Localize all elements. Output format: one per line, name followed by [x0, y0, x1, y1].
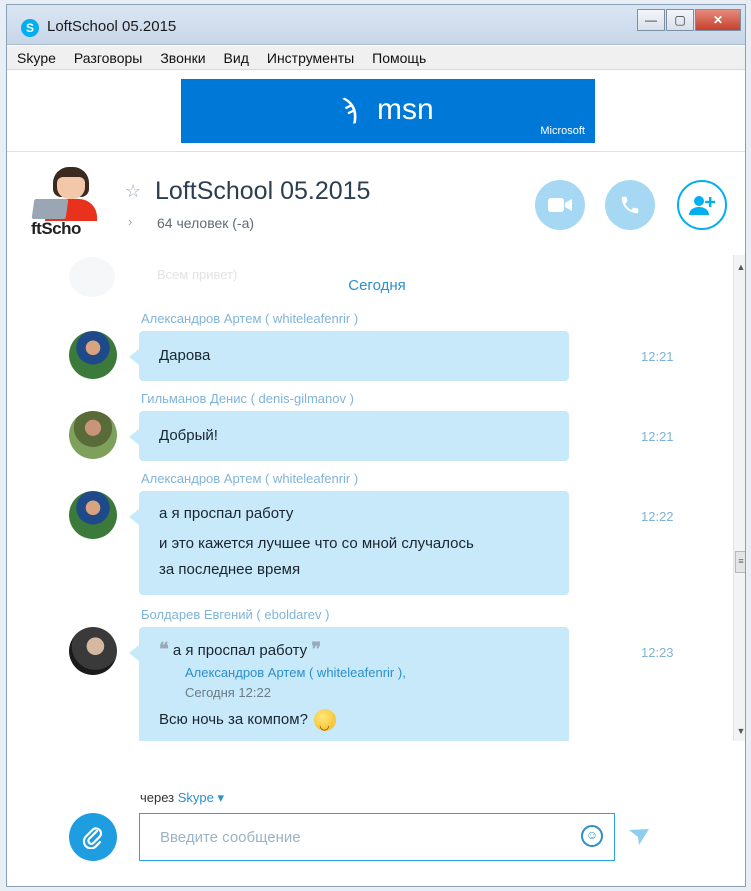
quote-time: Сегодня 12:22	[185, 685, 271, 700]
group-avatar[interactable]: ftScho	[31, 163, 111, 243]
header-divider	[7, 151, 745, 152]
chat-scrollbar[interactable]: ▲ ≡ ▼	[733, 255, 745, 741]
menu-calls[interactable]: Звонки	[160, 50, 205, 66]
scroll-up-arrow-icon[interactable]: ▲	[734, 259, 745, 275]
add-participant-button[interactable]	[677, 180, 727, 230]
skype-logo-icon: S	[21, 19, 39, 37]
menu-skype[interactable]: Skype	[17, 50, 56, 66]
ad-company: Microsoft	[540, 125, 585, 137]
avatar[interactable]	[69, 331, 117, 379]
caret-down-icon[interactable]: ▾	[218, 790, 225, 805]
message-text: Дарова	[159, 347, 211, 364]
menu-tools[interactable]: Инструменты	[267, 50, 354, 66]
message-text: Всю ночь за компом?	[159, 711, 308, 728]
menu-help[interactable]: Помощь	[372, 50, 426, 66]
menu-conversations[interactable]: Разговоры	[74, 50, 142, 66]
avatar-figure-face	[57, 177, 85, 199]
emoticon-picker-icon[interactable]: ☺	[581, 825, 603, 847]
phone-icon	[621, 196, 639, 214]
msn-butterfly-icon: ϡ	[341, 93, 358, 124]
message-time: 12:22	[641, 509, 674, 524]
ad-brand: msn	[377, 93, 434, 126]
send-via-selector[interactable]: через Skype ▾	[140, 790, 224, 806]
via-service[interactable]: Skype	[178, 790, 214, 805]
message-time: 12:23	[641, 645, 674, 660]
message-sender[interactable]: Гильманов Денис ( denis-gilmanov )	[141, 391, 354, 406]
window-controls: — ▢ ✕	[636, 9, 741, 31]
maximize-icon[interactable]: ▢	[666, 9, 694, 31]
close-quote-icon: ❞	[311, 639, 322, 659]
open-quote-icon: ❝	[159, 639, 169, 659]
message-bubble[interactable]: Дарова	[129, 331, 569, 381]
avatar[interactable]	[69, 627, 117, 675]
scroll-thumb[interactable]: ≡	[735, 551, 745, 573]
message-input[interactable]	[139, 813, 615, 861]
quote-line: ❝ а я проспал работу ❞	[159, 637, 549, 663]
message-bubble[interactable]: ❝ а я проспал работу ❞ Александров Артем…	[129, 627, 569, 741]
add-person-icon	[689, 196, 716, 215]
message-text: за последнее время	[159, 561, 301, 578]
chevron-right-icon[interactable]: ›	[128, 214, 132, 229]
menu-bar: Skype Разговоры Звонки Вид Инструменты П…	[7, 46, 745, 70]
close-icon[interactable]: ✕	[695, 9, 741, 31]
message-text-line: Всю ночь за компом?	[159, 707, 549, 738]
title-bar: S LoftSchool 05.2015 — ▢ ✕	[7, 5, 745, 45]
message-time: 12:21	[641, 429, 674, 444]
chat-title: LoftSchool 05.2015	[155, 177, 371, 205]
group-avatar-text: ftScho	[31, 219, 81, 238]
paperclip-icon	[82, 827, 103, 849]
send-arrow-icon	[629, 829, 649, 845]
smiley-emoticon-icon	[314, 709, 337, 738]
message-history[interactable]: Всем привет) Сегодня Александров Артем (…	[7, 255, 733, 741]
message-bubble[interactable]: Добрый!	[129, 411, 569, 461]
video-call-button[interactable]	[535, 180, 585, 230]
msn-ad-banner[interactable]: ϡ msn Microsoft	[181, 79, 595, 143]
message-text: а я проспал работу	[159, 505, 294, 522]
skype-window: S LoftSchool 05.2015 — ▢ ✕ Skype Разгово…	[6, 4, 746, 887]
message-time: 12:21	[641, 349, 674, 364]
via-label: через	[140, 790, 175, 805]
avatar[interactable]	[69, 491, 117, 539]
menu-view[interactable]: Вид	[224, 50, 249, 66]
minimize-icon[interactable]: —	[637, 9, 665, 31]
quote-author[interactable]: Александров Артем ( whiteleafenrir ),	[185, 663, 549, 683]
message-bubble[interactable]: а я проспал работу и это кажется лучшее …	[129, 491, 569, 595]
message-sender[interactable]: Болдарев Евгений ( eboldarev )	[141, 607, 329, 622]
scroll-down-arrow-icon[interactable]: ▼	[734, 723, 745, 739]
attach-button[interactable]	[69, 813, 117, 861]
message-sender[interactable]: Александров Артем ( whiteleafenrir )	[141, 311, 358, 326]
quote-text: а я проспал работу	[172, 642, 308, 659]
message-text: и это кажется лучшее что со мной случало…	[159, 535, 474, 552]
star-icon[interactable]: ☆	[125, 181, 141, 202]
send-button[interactable]	[627, 825, 651, 849]
date-separator: Сегодня	[348, 277, 406, 294]
audio-call-button[interactable]	[605, 180, 655, 230]
participants-count[interactable]: 64 человек (-а)	[157, 215, 254, 231]
avatar[interactable]	[69, 411, 117, 459]
message-text: Добрый!	[159, 427, 218, 444]
window-title: LoftSchool 05.2015	[47, 18, 177, 35]
video-camera-icon	[548, 198, 572, 212]
message-sender[interactable]: Александров Артем ( whiteleafenrir )	[141, 471, 358, 486]
laptop-icon	[31, 199, 69, 219]
